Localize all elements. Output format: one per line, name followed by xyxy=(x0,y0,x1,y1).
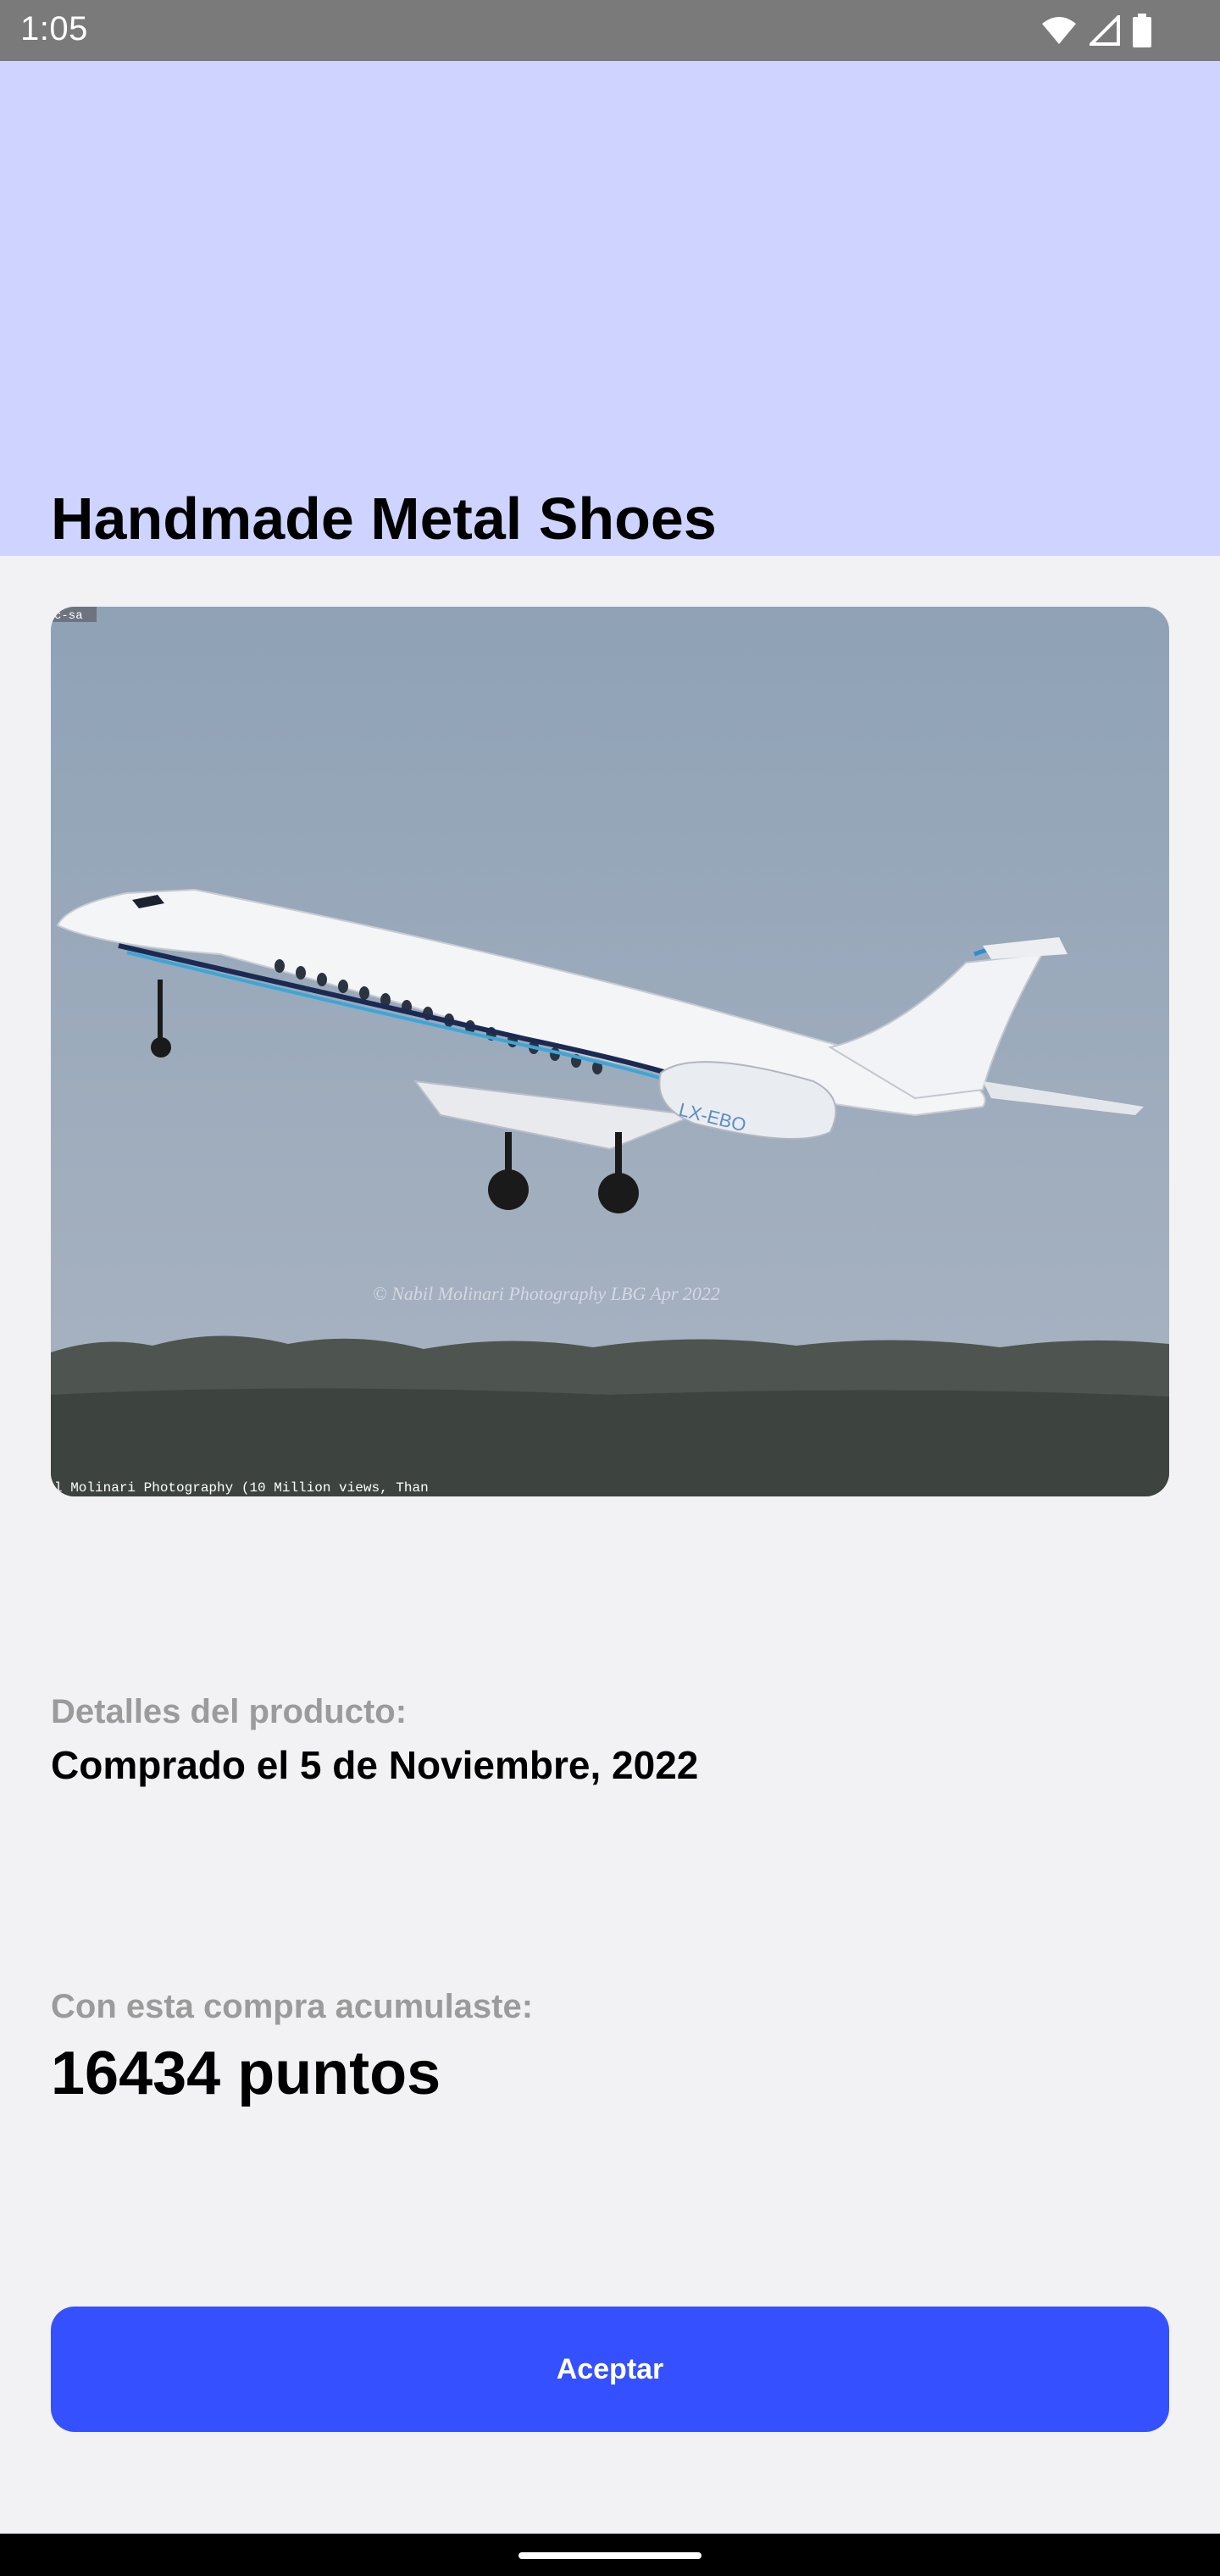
header: Handmade Metal Shoes xyxy=(0,61,1220,556)
status-icons xyxy=(1040,14,1152,47)
product-image: LX-EBO © Nabil Molinari Photography LBG … xyxy=(51,607,1169,1496)
wifi-icon xyxy=(1042,17,1076,44)
battery-icon xyxy=(1133,14,1151,47)
points-value: 16434 puntos xyxy=(51,2040,441,2107)
accept-button[interactable]: Aceptar xyxy=(51,2307,1169,2432)
svg-text:l Molinari Photography (10 Mil: l Molinari Photography (10 Million views… xyxy=(54,1480,429,1496)
points-label: Con esta compra acumulaste: xyxy=(51,1988,534,2025)
details-label: Detalles del producto: xyxy=(51,1693,408,1730)
status-bar: 1:05 xyxy=(0,0,1220,61)
home-handle[interactable] xyxy=(518,2552,702,2559)
page-title: Handmade Metal Shoes xyxy=(51,486,717,552)
navigation-bar xyxy=(0,2534,1220,2576)
airplane-photo: LX-EBO © Nabil Molinari Photography LBG … xyxy=(51,607,1169,1496)
purchase-date: Comprado el 5 de Noviembre, 2022 xyxy=(51,1743,699,1787)
status-time: 1:05 xyxy=(20,10,88,47)
signal-icon xyxy=(1090,15,1120,46)
svg-text:c-sa: c-sa xyxy=(54,609,83,623)
svg-text:© Nabil Molinari Photography L: © Nabil Molinari Photography LBG Apr 202… xyxy=(373,1283,720,1304)
